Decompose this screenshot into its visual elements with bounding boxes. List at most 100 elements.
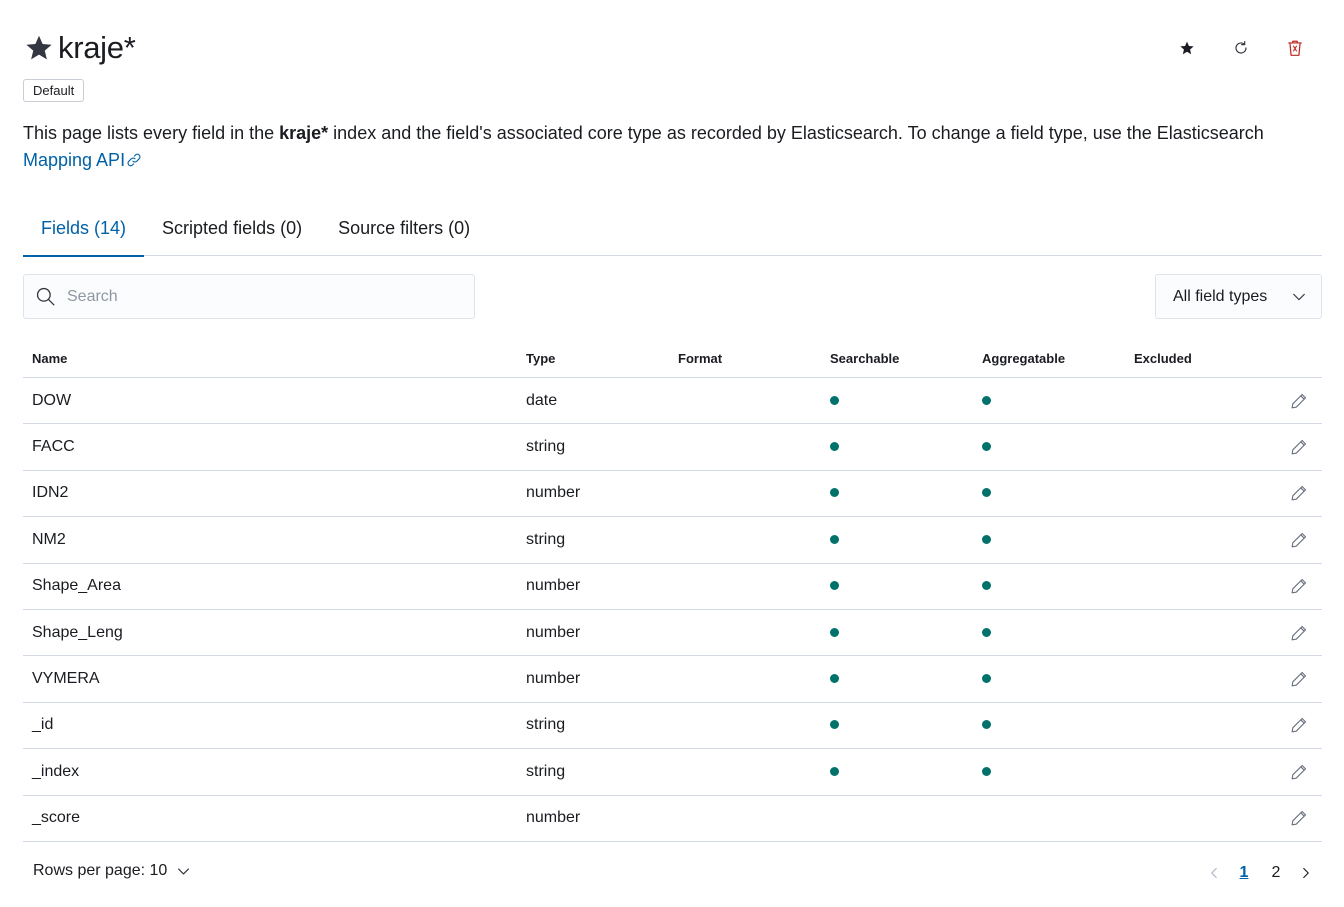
searchable-dot-icon xyxy=(830,674,839,684)
aggregatable-dot-icon xyxy=(982,674,991,684)
pagination: 1 2 xyxy=(1200,861,1320,885)
searchable-cell xyxy=(821,438,973,456)
searchable-dot-icon xyxy=(830,720,839,730)
searchable-dot-icon xyxy=(830,581,839,591)
set-default-button[interactable] xyxy=(1160,34,1214,62)
delete-index-pattern-button[interactable] xyxy=(1268,34,1322,62)
column-header-format: Format xyxy=(678,350,723,366)
field-type-filter-label: All field types xyxy=(1173,287,1268,305)
edit-field-button[interactable] xyxy=(1290,392,1308,410)
aggregatable-dot-icon xyxy=(982,534,991,544)
searchable-cell xyxy=(821,577,973,595)
actions-cell xyxy=(1277,809,1322,827)
aggregatable-cell xyxy=(973,531,1125,549)
default-star-icon xyxy=(24,33,54,63)
field-name: DOW xyxy=(32,391,72,409)
page-description: This page lists every field in the kraje… xyxy=(23,120,1283,174)
field-type-filter[interactable]: All field types xyxy=(1155,274,1322,319)
pencil-icon xyxy=(1290,624,1308,642)
field-name: _id xyxy=(32,716,54,734)
table-row: _id string xyxy=(23,703,1322,750)
mapping-api-link[interactable]: Mapping API xyxy=(23,150,142,170)
field-type: string xyxy=(526,762,566,780)
search-field xyxy=(23,274,475,319)
edit-field-button[interactable] xyxy=(1290,763,1308,781)
aggregatable-dot-icon xyxy=(982,442,991,452)
column-header-excluded[interactable]: Excluded xyxy=(1125,351,1277,366)
field-name: NM2 xyxy=(32,530,66,548)
pencil-icon xyxy=(1290,392,1308,410)
aggregatable-cell xyxy=(973,670,1125,688)
edit-field-button[interactable] xyxy=(1290,624,1308,642)
aggregatable-cell xyxy=(973,577,1125,595)
next-page-button[interactable] xyxy=(1292,861,1320,885)
external-link-icon xyxy=(127,153,141,167)
actions-cell xyxy=(1277,670,1322,688)
searchable-dot-icon xyxy=(830,442,839,452)
page-1-button[interactable]: 1 xyxy=(1228,864,1260,882)
edit-field-button[interactable] xyxy=(1290,716,1308,734)
searchable-cell xyxy=(821,670,973,688)
actions-cell xyxy=(1277,716,1322,734)
star-icon xyxy=(1180,41,1194,55)
pencil-icon xyxy=(1290,577,1308,595)
fields-table: Name Type Format Searchable Aggregatable… xyxy=(23,339,1322,842)
search-input[interactable] xyxy=(67,287,447,306)
searchable-cell xyxy=(821,624,973,642)
edit-field-button[interactable] xyxy=(1290,531,1308,549)
refresh-icon xyxy=(1235,41,1247,54)
tab-scripted-fields[interactable]: Scripted fields (0) xyxy=(144,206,320,256)
field-name: FACC xyxy=(32,438,75,456)
aggregatable-dot-icon xyxy=(982,720,991,730)
description-text-end: index and the field's associated core ty… xyxy=(328,123,1264,143)
table-row: _index string xyxy=(23,749,1322,796)
rows-per-page-button[interactable]: Rows per page: 10 xyxy=(33,862,190,880)
field-name: Shape_Leng xyxy=(32,623,123,641)
edit-field-button[interactable] xyxy=(1290,577,1308,595)
chevron-down-icon xyxy=(1293,293,1305,300)
mapping-api-link-label: Mapping API xyxy=(23,150,126,170)
tabs: Fields (14) Scripted fields (0) Source f… xyxy=(23,206,1322,257)
table-row: IDN2 number xyxy=(23,471,1322,518)
aggregatable-cell xyxy=(973,392,1125,410)
searchable-dot-icon xyxy=(830,534,839,544)
table-row: NM2 string xyxy=(23,517,1322,564)
trash-icon xyxy=(1288,40,1302,56)
searchable-dot-icon xyxy=(830,766,839,776)
actions-cell xyxy=(1277,577,1322,595)
field-type: number xyxy=(526,577,581,595)
aggregatable-cell xyxy=(973,716,1125,734)
edit-field-button[interactable] xyxy=(1290,809,1308,827)
searchable-dot-icon xyxy=(830,488,839,498)
previous-page-button[interactable] xyxy=(1200,861,1228,885)
table-row: _score number xyxy=(23,796,1322,842)
aggregatable-dot-icon xyxy=(982,581,991,591)
chevron-down-icon xyxy=(178,867,190,875)
table-row: Shape_Leng number xyxy=(23,610,1322,657)
column-header-searchable[interactable]: Searchable xyxy=(821,351,973,366)
edit-field-button[interactable] xyxy=(1290,670,1308,688)
field-name: _index xyxy=(32,762,80,780)
tab-source-filters[interactable]: Source filters (0) xyxy=(320,206,488,256)
searchable-cell xyxy=(821,763,973,781)
column-header-aggregatable[interactable]: Aggregatable xyxy=(973,351,1125,366)
description-text-start: This page lists every field in the xyxy=(23,123,280,143)
actions-cell xyxy=(1277,531,1322,549)
pencil-icon xyxy=(1290,438,1308,456)
edit-field-button[interactable] xyxy=(1290,438,1308,456)
column-header-name[interactable]: Name xyxy=(23,351,517,366)
tab-fields[interactable]: Fields (14) xyxy=(23,206,145,257)
pencil-icon xyxy=(1290,531,1308,549)
field-name: Shape_Area xyxy=(32,577,121,595)
pencil-icon xyxy=(1290,484,1308,502)
searchable-dot-icon xyxy=(830,627,839,637)
aggregatable-cell xyxy=(973,763,1125,781)
page-2-button[interactable]: 2 xyxy=(1260,864,1292,882)
column-header-type[interactable]: Type xyxy=(517,351,669,366)
edit-field-button[interactable] xyxy=(1290,484,1308,502)
table-row: VYMERA number xyxy=(23,656,1322,703)
table-row: DOW date xyxy=(23,378,1322,425)
page-header: kraje* xyxy=(24,28,136,68)
refresh-fields-button[interactable] xyxy=(1214,34,1268,62)
aggregatable-cell xyxy=(973,438,1125,456)
